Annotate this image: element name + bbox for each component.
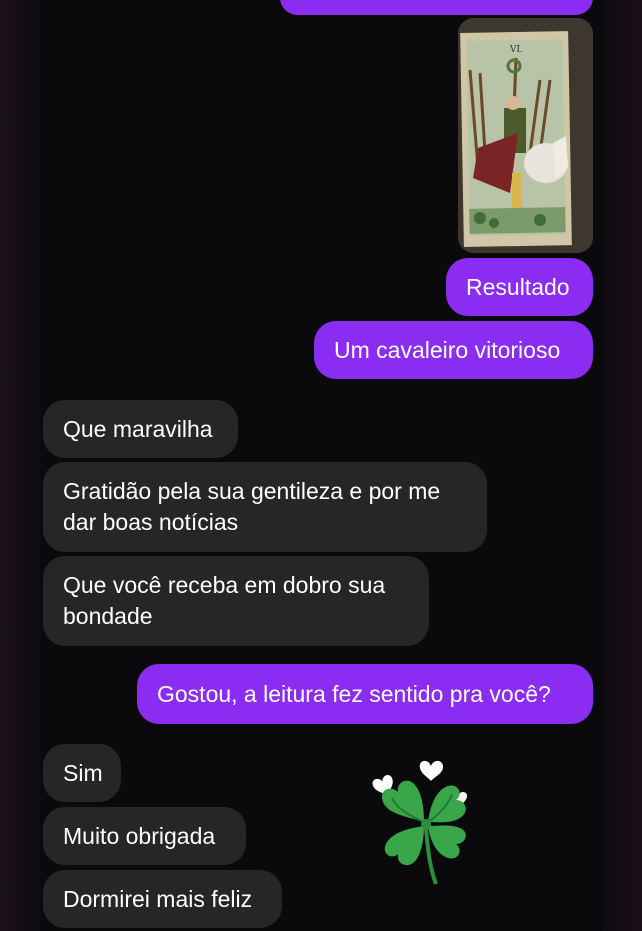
four-leaf-clover-sticker[interactable] <box>366 756 484 891</box>
message-text: Gostou, a leitura fez sentido pra você? <box>157 680 551 707</box>
outgoing-message-gostou[interactable]: Gostou, a leitura fez sentido pra você? <box>137 664 593 724</box>
incoming-message-dormirei[interactable]: Dormirei mais feliz <box>43 870 282 928</box>
outgoing-message-resultado[interactable]: Resultado <box>446 258 593 316</box>
tarot-card-photo-message[interactable]: VI. <box>458 18 593 253</box>
message-text: Sim <box>63 759 103 786</box>
message-text: Que você receba em dobro sua bondade <box>63 572 386 629</box>
incoming-message-muito-obrigada[interactable]: Muito obrigada <box>43 807 246 865</box>
previous-outgoing-bubble[interactable] <box>280 0 593 15</box>
message-text: Resultado <box>466 273 570 300</box>
incoming-message-sim[interactable]: Sim <box>43 744 121 802</box>
incoming-message-gratidao[interactable]: Gratidão pela sua gentileza e por me dar… <box>43 462 487 552</box>
message-text: Dormirei mais feliz <box>63 885 253 912</box>
message-text: Um cavaleiro vitorioso <box>334 336 561 363</box>
message-text: Que maravilha <box>63 415 213 442</box>
incoming-message-que-voce-receba[interactable]: Que você receba em dobro sua bondade <box>43 556 429 646</box>
outgoing-message-cavaleiro[interactable]: Um cavaleiro vitorioso <box>314 321 593 379</box>
message-text: Gratidão pela sua gentileza e por me dar… <box>63 478 441 535</box>
card-numeral: VI. <box>509 45 523 55</box>
four-leaf-clover-icon <box>372 760 468 885</box>
incoming-message-que-maravilha[interactable]: Que maravilha <box>43 400 238 458</box>
tarot-card-icon: VI. <box>458 18 593 253</box>
chat-screen: VI. Resultado Um cavaleiro vitorioso Que… <box>0 0 642 931</box>
message-text: Muito obrigada <box>63 822 216 849</box>
